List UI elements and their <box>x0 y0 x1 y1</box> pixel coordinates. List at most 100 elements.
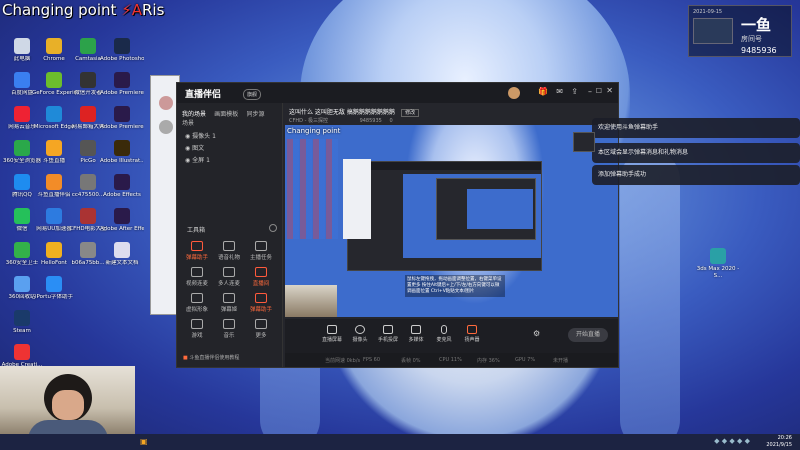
toolbox-item[interactable]: 音乐 <box>217 319 241 339</box>
app-icon <box>14 140 30 156</box>
app-icon <box>14 72 30 88</box>
icon-label: 3ds Max 2020 - S... <box>696 266 740 279</box>
app-icon <box>114 38 130 54</box>
toolbox-item[interactable]: 弹幕姬 <box>217 293 241 313</box>
tool-icon <box>255 293 267 303</box>
start-live-button[interactable]: 开始直播 <box>568 328 608 342</box>
app-icon <box>14 344 30 360</box>
maximize-icon[interactable]: ☐ <box>596 87 602 95</box>
tool-label: 游戏 <box>191 333 203 339</box>
start-icon[interactable]: ▣ <box>140 437 148 446</box>
fans-count: 0 <box>389 118 393 124</box>
app-icon <box>46 38 62 54</box>
tool-icon <box>191 293 203 303</box>
tab-my-scenes[interactable]: 我的场景 <box>182 109 206 118</box>
desktop-icon[interactable]: Adobe Photosho... <box>100 38 144 63</box>
app-icon <box>14 174 30 190</box>
scene-item[interactable]: ◉ 图文 <box>177 143 282 155</box>
webcam-in-preview <box>285 285 337 317</box>
toolbox-label: 工具箱 <box>187 227 206 234</box>
tab-sync[interactable]: 同步源 <box>247 109 265 118</box>
app-icon <box>14 276 30 292</box>
control-label: 手机投屏 <box>377 337 398 343</box>
app-icon <box>46 174 62 190</box>
icon-label: iPortu字体助手 <box>35 294 73 300</box>
notification: 欢迎使用斗鱼弹幕助手 <box>592 118 800 138</box>
tray-icons[interactable]: ◆ ◆ ◆ ◆ ◆ <box>714 437 750 445</box>
icon-label: 新建文本文档 <box>105 260 139 266</box>
edit-title-button[interactable]: 修改 <box>401 109 420 117</box>
toolbox-item[interactable]: 虚拟形象 <box>185 293 209 313</box>
camera-button[interactable]: 摄像头 <box>345 325 375 343</box>
overlay-mark: ⚡A <box>121 1 142 19</box>
microphone-button[interactable]: 麦克风 <box>429 325 459 343</box>
user-avatar[interactable] <box>508 87 520 99</box>
app-icon <box>114 106 130 122</box>
tip-icon: ■ <box>183 355 188 361</box>
settings-icon[interactable]: ⚙ <box>533 329 540 338</box>
notification-text: 本区域会显示弹幕消息和礼物消息 <box>598 149 689 156</box>
toolbox-item[interactable]: 弹幕助手 <box>249 293 273 313</box>
desktop-icon[interactable]: 新建文本文档 <box>100 242 144 267</box>
category[interactable]: CFHD - 极三探控 <box>289 118 328 124</box>
stream-overlay-title: Changing point ⚡ARis <box>2 1 164 19</box>
widget-label: 房间号 <box>741 35 762 43</box>
toolbox-settings-icon[interactable] <box>269 224 277 232</box>
footer-tip[interactable]: ■ 斗鱼直播伴侣使用教程 <box>183 354 239 361</box>
tool-icon <box>223 241 235 251</box>
tool-label: 弹幕助手 <box>185 255 208 261</box>
room-number-widget: 2021-09-15 一鱼 房间号 9485936 <box>688 5 792 57</box>
toolbox-item[interactable]: 多人连麦 <box>217 267 241 287</box>
toolbox-item[interactable]: 弹幕助手 <box>185 241 209 261</box>
tool-label: 视频连麦 <box>185 281 208 287</box>
desktop-icon-3dsmax[interactable]: 3ds Max 2020 - S... <box>696 248 740 280</box>
nested-desktop-icons <box>287 139 339 239</box>
status-item: 内存 36% <box>477 358 500 364</box>
clock-time[interactable]: 20:26 <box>766 435 792 442</box>
desktop-icon[interactable]: Adobe Premiere Pro <box>100 106 144 131</box>
preview-tip: 鼠标左键拖拽，拖动画面调整位置，右键菜单设置更多 按住Alt键后+上/下/左/右… <box>405 275 505 297</box>
desktop-icon[interactable]: Steam <box>0 310 44 335</box>
message-icon[interactable]: ✉ <box>556 87 563 96</box>
screen-capture-button[interactable]: 直播屏幕 <box>317 325 347 343</box>
status-item: 未开播 <box>553 358 569 364</box>
desktop-icon[interactable]: iPortu字体助手 <box>32 276 76 301</box>
toolbox-item[interactable]: 主播任务 <box>249 241 273 261</box>
phone-icon <box>383 325 393 334</box>
app-icon <box>14 242 30 258</box>
desktop-icon[interactable]: Adobe Effects <box>100 174 144 199</box>
gift-icon[interactable]: 🎁 <box>538 87 548 96</box>
nested-window-b <box>343 159 371 239</box>
desktop-icon[interactable]: Adobe After Effects 2020 <box>100 208 144 233</box>
toolbox-item[interactable]: 直播间 <box>249 267 273 287</box>
widget-thumbnail <box>693 18 733 44</box>
phone-cast-button[interactable]: 手机投屏 <box>373 325 403 343</box>
app-icon <box>114 242 130 258</box>
scene-item[interactable]: ◉ 摄像头 1 <box>177 131 282 143</box>
app-icon <box>80 140 96 156</box>
stream-preview[interactable]: Changing point 鼠标左键拖拽，拖动画面调整位置，右键菜单设置更多 … <box>285 125 618 317</box>
tab-scene[interactable]: 场景 <box>182 118 194 127</box>
close-icon[interactable]: ✕ <box>606 86 613 95</box>
clock-date[interactable]: 2021/9/15 <box>766 442 792 449</box>
toolbox-item[interactable]: 视频连麦 <box>185 267 209 287</box>
tool-icon <box>223 267 235 277</box>
toolbox-item[interactable]: 更多 <box>249 319 273 339</box>
app-icon <box>14 310 30 326</box>
desktop-icon[interactable]: Adobe Illustrat... <box>100 140 144 165</box>
tool-icon <box>223 293 235 303</box>
avatar <box>159 96 173 110</box>
share-icon[interactable]: ⇪ <box>571 87 578 96</box>
speaker-button[interactable]: 扬声器 <box>457 325 487 343</box>
tab-templates[interactable]: 画面模板 <box>214 109 238 118</box>
version-badge[interactable]: 旗舰 <box>243 89 262 100</box>
desktop-icon[interactable]: Adobe Premiere <box>100 72 144 97</box>
room-info: 这叫什么 这叫胆无敌 搞鹅鹅鹅鹅鹅鹅鹅 修改 CFHD - 极三探控 94859… <box>289 107 614 124</box>
media-button[interactable]: 多媒体 <box>401 325 431 343</box>
title-bar: 直播伴侣 旗舰 – ☐ ✕ 🎁 ⇪ ✉ <box>177 83 618 103</box>
minimize-icon[interactable]: – <box>588 87 592 96</box>
scene-item[interactable]: ◉ 全屏 1 <box>177 155 282 167</box>
control-label: 多媒体 <box>408 337 424 343</box>
toolbox-item[interactable]: 游戏 <box>185 319 209 339</box>
toolbox-item[interactable]: 语音礼物 <box>217 241 241 261</box>
